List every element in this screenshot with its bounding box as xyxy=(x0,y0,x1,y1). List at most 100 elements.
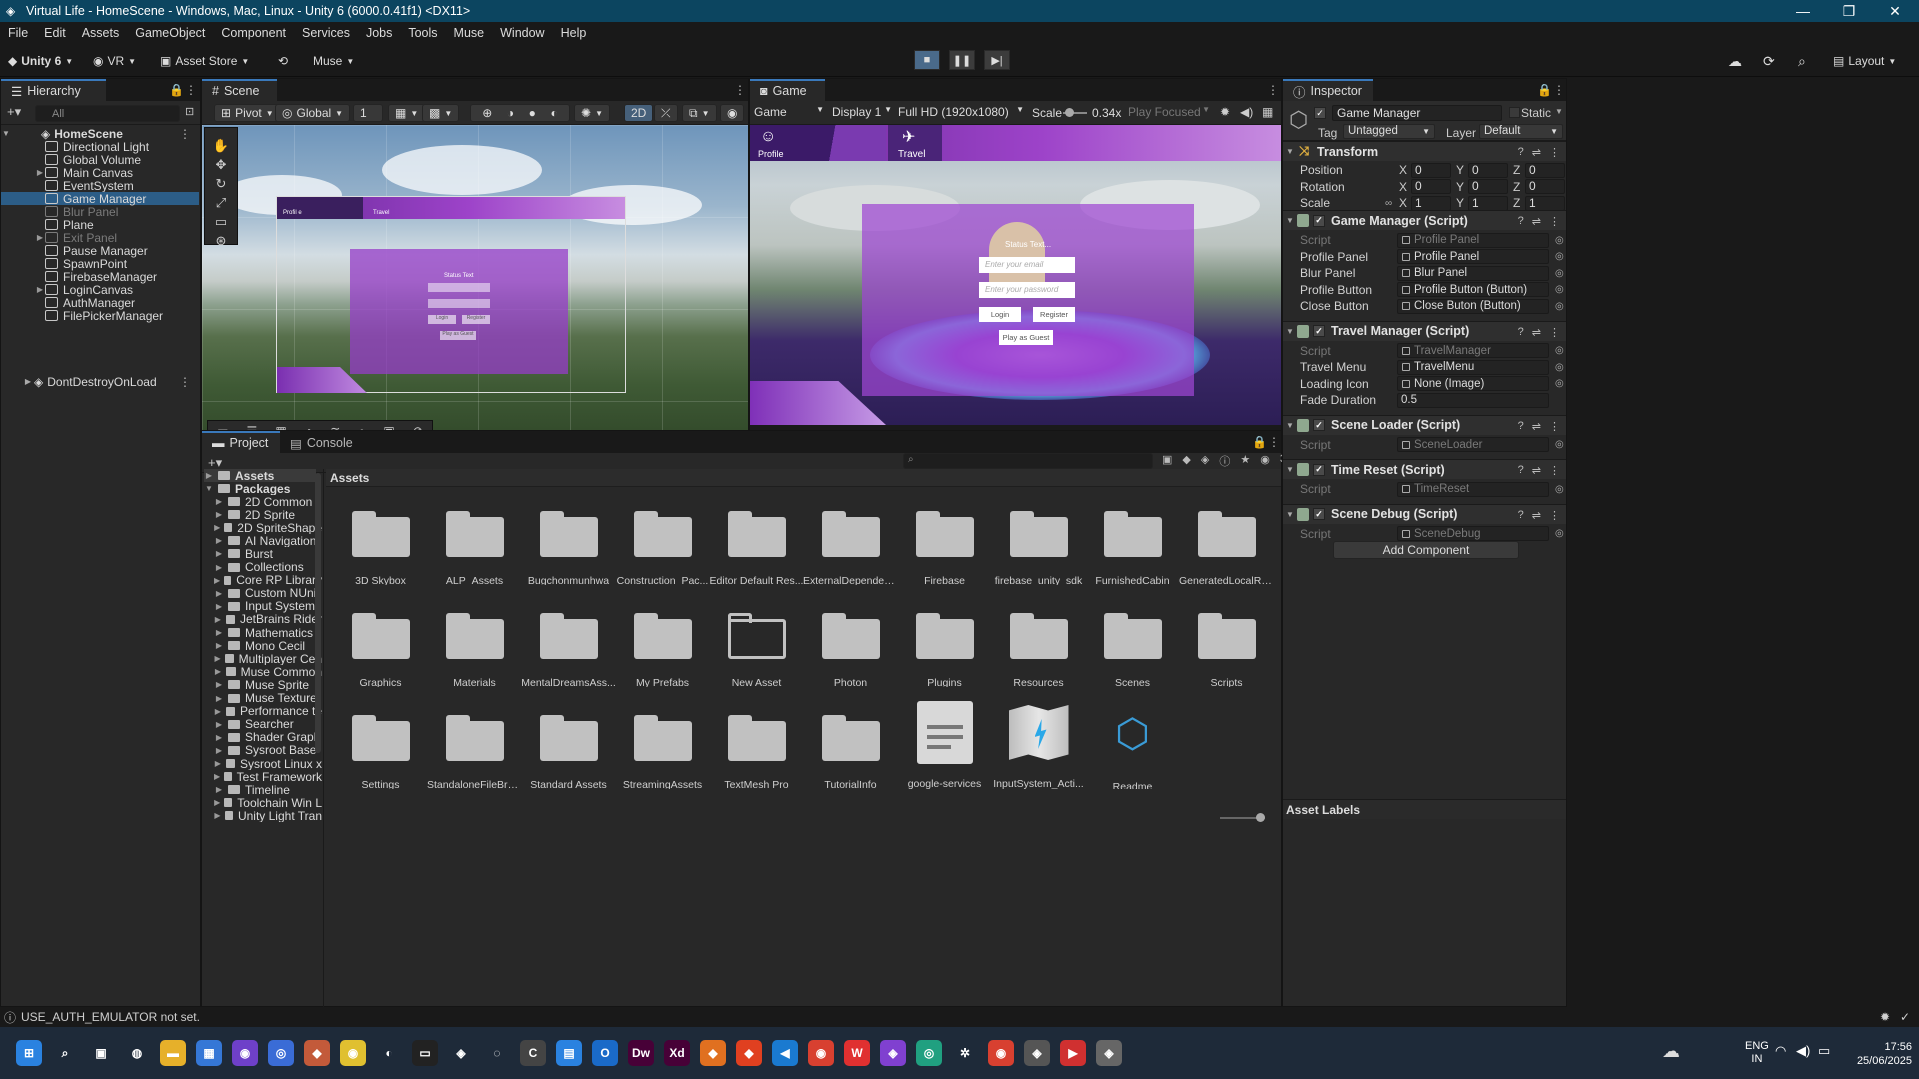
menu-window[interactable]: Window xyxy=(492,26,552,40)
kebab-menu-icon[interactable]: ⋮ xyxy=(1549,215,1560,228)
expand-arrow-icon[interactable]: ▶ xyxy=(214,720,224,729)
layer-dropdown[interactable]: Default ▼ xyxy=(1479,124,1563,139)
hierarchy-item[interactable]: Pause Manager xyxy=(1,244,199,258)
menu-jobs[interactable]: Jobs xyxy=(358,26,400,40)
link-icon[interactable]: ∞ xyxy=(1385,198,1392,209)
shaded-icon[interactable]: ◑ xyxy=(507,106,514,120)
asset-tile[interactable]: Settings xyxy=(333,691,428,789)
app-icon[interactable]: C xyxy=(520,1040,546,1066)
object-name-field[interactable]: Game Manager xyxy=(1332,105,1502,121)
game-profile-tab[interactable]: ☺ Profile xyxy=(750,125,886,161)
clock[interactable]: 17:56 25/06/2025 xyxy=(1832,1040,1912,1068)
hand-tool-icon[interactable]: ✋ xyxy=(213,138,229,154)
asset-tile[interactable]: 3D Skybox xyxy=(333,487,428,585)
asset-labels-header[interactable]: Asset Labels xyxy=(1283,799,1566,819)
rect-tool-icon[interactable]: ▭ xyxy=(215,214,227,230)
hierarchy-item[interactable]: ▶ Exit Panel xyxy=(1,231,199,245)
enabled-checkbox[interactable]: ✓ xyxy=(1313,325,1325,337)
lock-icon[interactable]: 🔒 xyxy=(1537,83,1552,97)
filter-type-icon[interactable]: ▣ xyxy=(1162,453,1172,469)
component-header[interactable]: ▼ ✓ Travel Manager (Script)? ⇌ ⋮ xyxy=(1283,320,1566,341)
transform-tool-icon[interactable]: ⊛ xyxy=(216,233,227,249)
account-button[interactable]: ◆ Unity 6 ▼ xyxy=(8,51,73,71)
preset-icon[interactable]: ⇌ xyxy=(1532,509,1541,522)
package-item[interactable]: ▶ 2D SpriteShape xyxy=(214,521,322,534)
login-button[interactable]: Login xyxy=(979,307,1021,322)
menu-gameobject[interactable]: GameObject xyxy=(127,26,213,40)
expand-arrow-icon[interactable]: ▶ xyxy=(214,497,224,506)
global-dropdown[interactable]: ◎ Global ▼ xyxy=(275,104,351,122)
asset-tile[interactable]: Firebase xyxy=(897,487,992,585)
copilot-icon[interactable]: ◍ xyxy=(124,1040,150,1066)
scene-viewport[interactable]: Profil e Travel Status Text Login Regist… xyxy=(202,125,748,450)
filter-label-icon[interactable]: ◆ xyxy=(1182,453,1190,469)
package-item[interactable]: ▶ JetBrains Rider xyxy=(214,613,322,626)
menu-component[interactable]: Component xyxy=(213,26,294,40)
package-item[interactable]: ▶ Muse Texture xyxy=(214,692,322,705)
xd-icon[interactable]: Xd xyxy=(664,1040,690,1066)
help-icon[interactable]: ? xyxy=(1518,326,1524,339)
object-field[interactable]: Profile Panel xyxy=(1397,232,1549,248)
vector-x-field[interactable]: X0 xyxy=(1399,162,1451,178)
object-field[interactable]: None (Image) xyxy=(1397,376,1549,391)
app-icon[interactable]: ◆ xyxy=(700,1040,726,1066)
kebab-menu-icon[interactable]: ⋮ xyxy=(734,83,746,97)
asset-tile[interactable]: Photon xyxy=(803,589,898,687)
weather-icon[interactable]: ☁ xyxy=(1662,1041,1680,1062)
hierarchy-item[interactable]: FirebaseManager xyxy=(1,270,199,284)
2d-toggle[interactable]: 2D xyxy=(624,104,654,122)
package-item[interactable]: ▶ Timeline xyxy=(214,783,322,796)
package-item[interactable]: ▶ Test Framework xyxy=(214,770,322,783)
object-field[interactable]: TravelManager xyxy=(1397,343,1549,358)
asset-tile[interactable]: Plugins xyxy=(897,589,992,687)
tab-inspector[interactable]: ⓘ Inspector xyxy=(1283,79,1373,101)
pivot-dropdown[interactable]: ⊞ Pivot ▼ xyxy=(214,104,281,122)
asset-tile[interactable]: FurnishedCabin xyxy=(1085,487,1180,585)
kebab-menu-icon[interactable]: ⋮ xyxy=(1268,435,1280,449)
asset-tile[interactable]: Standard Assets xyxy=(521,691,616,789)
file-explorer-icon[interactable]: ▬ xyxy=(160,1040,186,1066)
version-control-icon[interactable]: ⟲ xyxy=(278,51,288,71)
enabled-checkbox[interactable]: ✓ xyxy=(1313,214,1325,227)
breadcrumb-assets[interactable]: Assets xyxy=(330,471,369,485)
help-icon[interactable]: ? xyxy=(1518,464,1524,477)
asset-tile[interactable]: Scripts xyxy=(1179,589,1274,687)
object-field[interactable]: SceneDebug xyxy=(1397,526,1549,541)
object-field[interactable]: TimeReset xyxy=(1397,481,1549,497)
status-message[interactable]: USE_AUTH_EMULATOR not set. xyxy=(21,1010,200,1024)
resolution-dropdown[interactable]: Full HD (1920x1080) ▼ xyxy=(898,105,1024,119)
package-item[interactable]: ▶ Unity Light Tran xyxy=(214,809,322,822)
hierarchy-item[interactable]: AuthManager xyxy=(1,296,199,310)
expand-arrow-icon[interactable]: ▼ xyxy=(1283,465,1297,474)
target-icon[interactable]: ◎ xyxy=(1555,345,1564,356)
asset-tile[interactable]: MentalDreamsAss... xyxy=(521,589,616,687)
gizmos-toggle[interactable]: ⧉ ▼ xyxy=(682,104,717,122)
tab-project[interactable]: ▬ Project xyxy=(202,431,280,453)
add-component-button[interactable]: Add Component xyxy=(1333,541,1519,559)
help-icon[interactable]: ? xyxy=(1518,215,1524,228)
preset-icon[interactable]: ⇌ xyxy=(1532,146,1541,159)
kebab-menu-icon[interactable]: ⋮ xyxy=(185,83,197,97)
game-travel-tab[interactable]: ✈ Travel xyxy=(888,125,942,161)
menu-tools[interactable]: Tools xyxy=(400,26,445,40)
expand-arrow-icon[interactable]: ▼ xyxy=(1283,216,1297,225)
search-icon[interactable]: ⌕ xyxy=(1798,51,1806,71)
asset-tile[interactable]: InputSystem_Acti... xyxy=(991,691,1086,789)
target-icon[interactable]: ◎ xyxy=(1555,484,1564,495)
expand-arrow-icon[interactable]: ▶ xyxy=(214,549,224,558)
expand-arrow-icon[interactable]: ▶ xyxy=(1,285,43,294)
maps-icon[interactable]: ◈ xyxy=(448,1040,474,1066)
tab-game[interactable]: ◙ Game xyxy=(750,79,825,101)
stats-icon[interactable]: ▦ xyxy=(1262,105,1273,119)
object-field[interactable]: Blur Panel xyxy=(1397,265,1549,281)
notepad-icon[interactable]: ▤ xyxy=(556,1040,582,1066)
preset-icon[interactable]: ⇌ xyxy=(1532,420,1541,433)
kebab-menu-icon[interactable]: ⋮ xyxy=(179,127,191,141)
grid-snap-field[interactable]: 1 xyxy=(353,104,383,122)
package-item[interactable]: ▶ Mono Cecil xyxy=(214,639,322,652)
help-icon[interactable]: ? xyxy=(1518,146,1524,159)
kebab-menu-icon[interactable]: ⋮ xyxy=(1549,146,1560,159)
asset-tile[interactable]: ⬡ Readme xyxy=(1085,691,1180,789)
game-viewport[interactable]: ☺ Profile ✈ Travel Status Text... Enter … xyxy=(750,125,1281,430)
target-icon[interactable]: ◎ xyxy=(1555,378,1564,389)
